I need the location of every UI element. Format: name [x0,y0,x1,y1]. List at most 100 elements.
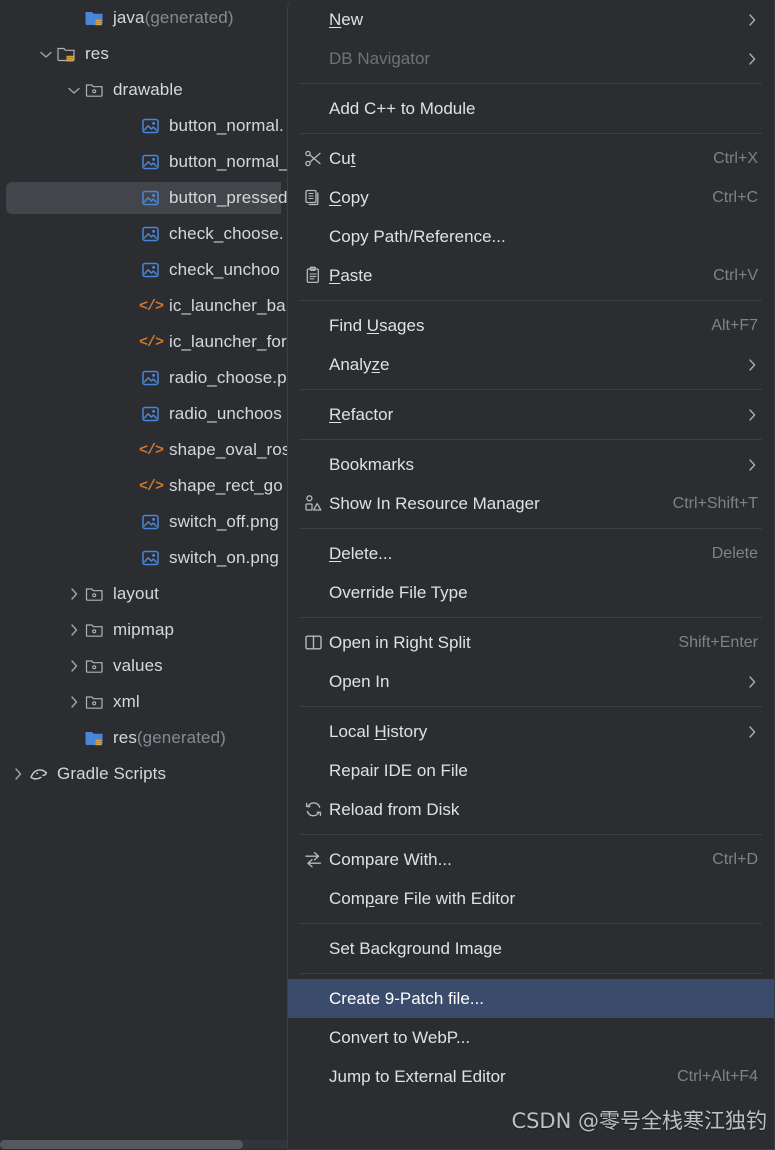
tree-row[interactable]: mipmap [0,612,287,648]
menu-item-label: Override File Type [329,582,468,602]
menu-item-show-in-resource-manager[interactable]: Show In Resource Manager Ctrl+Shift+T [288,484,774,523]
tree-row[interactable]: layout [0,576,287,612]
folder-generated-icon [84,728,106,748]
menu-item-paste[interactable]: Paste Ctrl+V [288,256,774,295]
tree-item-label: radio_choose.p [169,368,287,387]
scrollbar-thumb[interactable] [0,1140,243,1149]
menu-item-override-file-type[interactable]: Override File Type [288,573,774,612]
tree-item-label: switch_on.png [169,548,279,567]
png-file-icon [140,512,162,532]
tree-item-label: mipmap [113,620,175,639]
compare-icon [297,849,329,871]
menu-item-open-in[interactable]: Open In [288,662,774,701]
tree-row[interactable]: res [0,36,287,72]
tree-row[interactable]: </> shape_oval_ros [0,432,287,468]
chevron-right-icon [746,408,758,422]
tree-row[interactable]: radio_unchoos [0,396,287,432]
tree-row[interactable]: Gradle Scripts [0,756,287,792]
file-context-menu[interactable]: New DB Navigator Add C++ to Module Cut Ctrl+… [287,0,775,1150]
menu-item-label: Compare File with Editor [329,888,516,908]
chevron-down-icon[interactable] [36,44,56,64]
tree-row[interactable]: button_normal. [0,108,287,144]
chevron-right-icon[interactable] [64,656,84,676]
tree-row[interactable]: button_pressed [0,180,287,216]
tree-row[interactable]: drawable [0,72,287,108]
tree-item-label: java [113,8,145,27]
menu-item-label: Show In Resource Manager [329,493,540,513]
menu-item-set-background-image[interactable]: Set Background Image [288,929,774,968]
tree-item-label: check_choose. [169,224,284,243]
tree-item-label: shape_rect_go [169,476,283,495]
menu-item-label: Repair IDE on File [329,760,468,780]
png-file-icon [140,404,162,424]
tree-item-suffix: (generated) [136,728,226,747]
tree-row[interactable]: check_choose. [0,216,287,252]
context-menu-list[interactable]: New DB Navigator Add C++ to Module Cut Ctrl+… [288,0,774,1096]
tree-row[interactable]: </> ic_launcher_for [0,324,287,360]
tree-row[interactable]: xml [0,684,287,720]
menu-item-compare-file-with-editor[interactable]: Compare File with Editor [288,879,774,918]
chevron-down-icon[interactable] [64,80,84,100]
menu-item-label: Refactor [329,404,394,424]
menu-item-new[interactable]: New [288,0,774,39]
menu-item-create-9-patch-file[interactable]: Create 9-Patch file... [288,979,774,1018]
menu-separator [300,923,762,924]
menu-item-label: DB Navigator [329,48,431,68]
tree-row[interactable]: values [0,648,287,684]
menu-item-label: Copy [329,187,369,207]
menu-icon-placeholder [297,938,329,960]
tree-row[interactable]: </> shape_rect_go [0,468,287,504]
folder-generated-icon [84,8,106,28]
menu-item-copy[interactable]: Copy Ctrl+C [288,178,774,217]
tree-horizontal-scrollbar[interactable] [0,1139,287,1150]
tree-row[interactable]: radio_choose.p [0,360,287,396]
project-tree-list[interactable]: java (generated) res drawable button_normal… [0,0,287,792]
menu-icon-placeholder [297,454,329,476]
menu-item-compare-with[interactable]: Compare With... Ctrl+D [288,840,774,879]
xml-file-icon: </> [139,477,164,495]
project-tree-panel[interactable]: java (generated) res drawable button_normal… [0,0,287,1150]
menu-item-add-c-to-module[interactable]: Add C++ to Module [288,89,774,128]
clipboard-icon [297,265,329,287]
menu-item-label: Convert to WebP... [329,1027,471,1047]
menu-item-local-history[interactable]: Local History [288,712,774,751]
chevron-right-icon[interactable] [64,620,84,640]
tree-row[interactable]: </> ic_launcher_ba [0,288,287,324]
menu-icon-placeholder [297,48,329,70]
chevron-right-icon[interactable] [64,692,84,712]
menu-item-label: Open in Right Split [329,632,471,652]
copy-icon [297,187,329,209]
folder-resource-icon [84,656,106,676]
tree-row[interactable]: java (generated) [0,0,287,36]
menu-item-refactor[interactable]: Refactor [288,395,774,434]
menu-item-delete[interactable]: Delete... Delete [288,534,774,573]
menu-item-label: Copy Path/Reference... [329,226,506,246]
xml-file-icon: </> [139,297,164,315]
menu-item-bookmarks[interactable]: Bookmarks [288,445,774,484]
chevron-right-icon[interactable] [8,764,28,784]
chevron-right-icon[interactable] [64,584,84,604]
tree-row[interactable]: switch_off.png [0,504,287,540]
menu-item-repair-ide-on-file[interactable]: Repair IDE on File [288,751,774,790]
menu-item-label: Cut [329,148,356,168]
menu-item-copy-path-reference[interactable]: Copy Path/Reference... [288,217,774,256]
menu-item-open-in-right-split[interactable]: Open in Right Split Shift+Enter [288,623,774,662]
png-file-icon [140,116,162,136]
menu-item-analyze[interactable]: Analyze [288,345,774,384]
menu-item-label: Bookmarks [329,454,415,474]
menu-item-jump-to-external-editor[interactable]: Jump to External Editor Ctrl+Alt+F4 [288,1057,774,1096]
menu-item-label: Delete... [329,543,393,563]
tree-item-label: xml [113,692,140,711]
menu-separator [300,300,762,301]
menu-item-cut[interactable]: Cut Ctrl+X [288,139,774,178]
tree-row[interactable]: check_unchoo [0,252,287,288]
tree-row[interactable]: button_normal_ [0,144,287,180]
menu-item-find-usages[interactable]: Find Usages Alt+F7 [288,306,774,345]
shapes-icon [297,493,329,515]
menu-item-reload-from-disk[interactable]: Reload from Disk [288,790,774,829]
menu-icon-placeholder [297,760,329,782]
menu-item-convert-to-webp[interactable]: Convert to WebP... [288,1018,774,1057]
menu-separator [300,389,762,390]
tree-row[interactable]: res (generated) [0,720,287,756]
tree-row[interactable]: switch_on.png [0,540,287,576]
